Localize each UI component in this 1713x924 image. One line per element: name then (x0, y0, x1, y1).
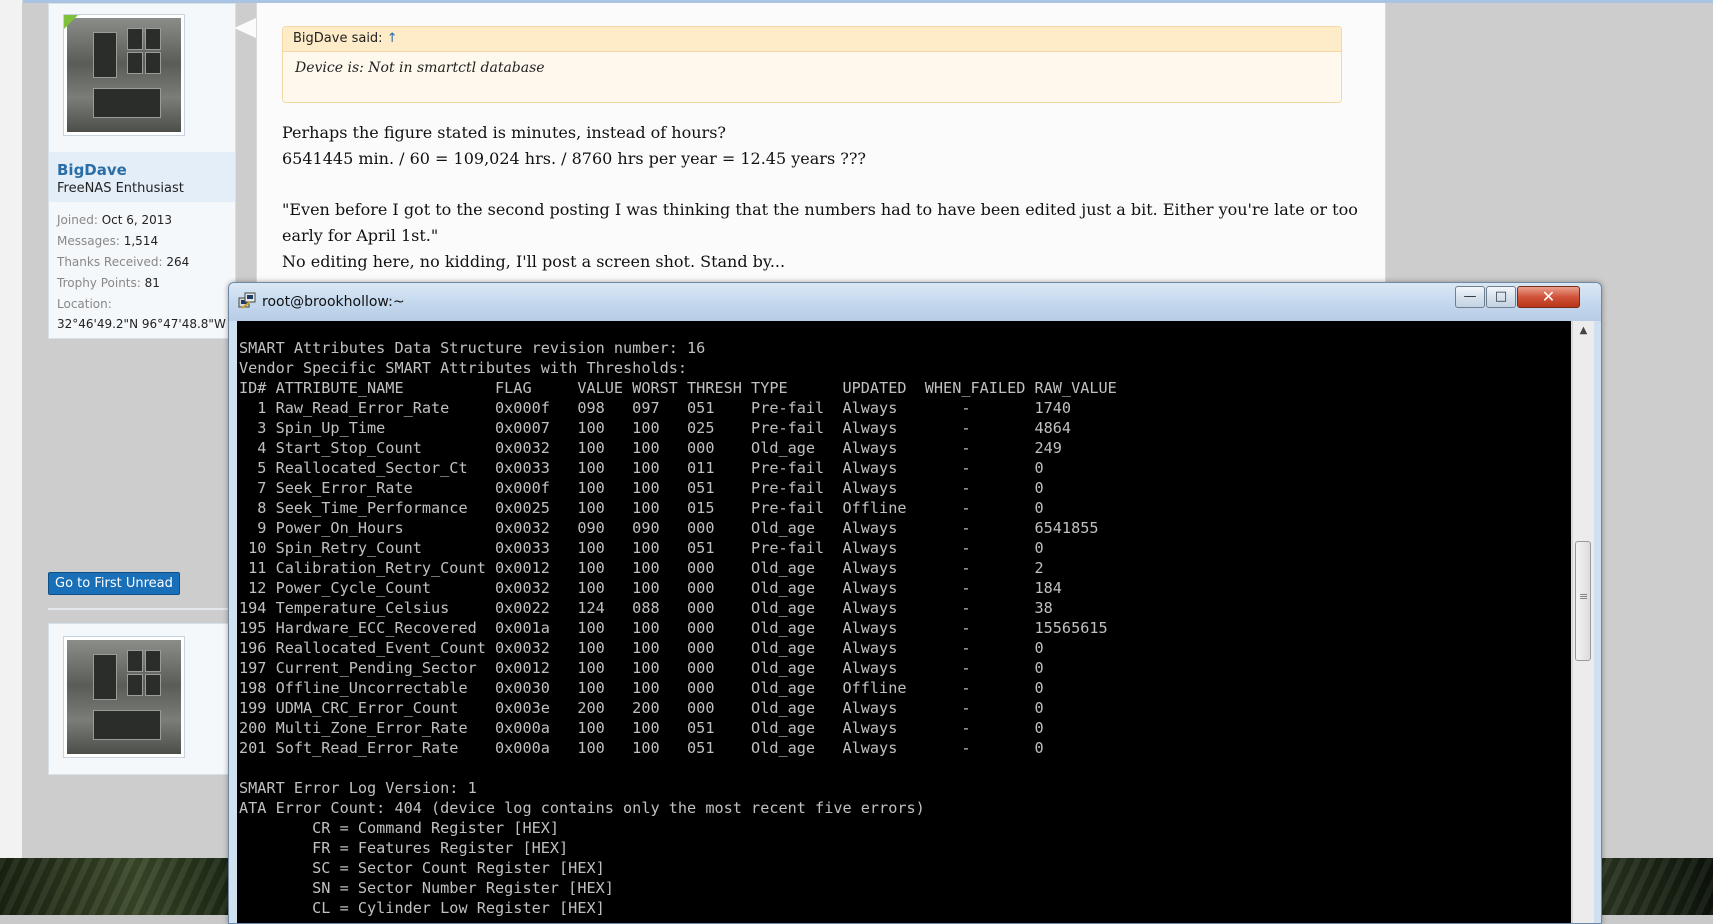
terminal-output: SMART Attributes Data Structure revision… (239, 339, 1117, 917)
messages-value[interactable]: 1,514 (124, 234, 158, 248)
trophy-label: Trophy Points: (57, 276, 141, 290)
quote-jump-up-icon[interactable]: ↑ (387, 31, 398, 46)
maximize-button[interactable]: □ (1486, 286, 1516, 308)
avatar[interactable] (63, 14, 185, 136)
location-value[interactable]: 32°46'49.2"N 96°47'48.8"W (57, 317, 226, 331)
joined-label: Joined: (57, 213, 98, 227)
post-line-5: No editing here, no kidding, I'll post a… (282, 252, 786, 271)
close-button[interactable]: ✕ (1517, 286, 1580, 308)
go-to-first-unread-button[interactable]: Go to First Unread (48, 572, 180, 595)
thanks-row: Thanks Received: 264 (57, 255, 189, 269)
putty-terminal-window[interactable]: root@brookhollow:~ — □ ✕ SMART Attribute… (228, 282, 1602, 924)
trophy-value[interactable]: 81 (145, 276, 160, 290)
message-user-info-2 (48, 623, 236, 775)
user-title: FreeNAS Enthusiast (57, 181, 184, 196)
username-link[interactable]: BigDave (57, 161, 127, 179)
quote-author: BigDave said: (293, 31, 383, 46)
thanks-label: Thanks Received: (57, 255, 163, 269)
joined-value: Oct 6, 2013 (101, 213, 173, 227)
message-arrow (234, 18, 256, 38)
location-label: Location: (57, 297, 112, 311)
messages-row: Messages: 1,514 (57, 234, 158, 248)
terminal-title: root@brookhollow:~ (262, 294, 405, 310)
minimize-button[interactable]: — (1455, 286, 1485, 308)
post-line-4: early for April 1st." (282, 226, 439, 245)
avatar-image (67, 18, 181, 132)
quote-block: BigDave said: ↑ Device is: Not in smartc… (282, 26, 1342, 103)
quote-body: Device is: Not in smartctl database (295, 60, 545, 76)
post-line-1: Perhaps the figure stated is minutes, in… (282, 123, 726, 142)
online-indicator (64, 15, 78, 29)
thanks-value: 264 (166, 255, 190, 269)
post-line-2: 6541445 min. / 60 = 109,024 hrs. / 8760 … (282, 149, 866, 168)
terminal-screen[interactable]: SMART Attributes Data Structure revision… (237, 321, 1571, 923)
messages-label: Messages: (57, 234, 120, 248)
joined-row: Joined: Oct 6, 2013 (57, 213, 172, 227)
page-left-rail (0, 0, 23, 858)
terminal-scrollbar[interactable]: ▲ (1572, 321, 1594, 923)
post-line-3: "Even before I got to the second posting… (282, 200, 1358, 219)
avatar-2[interactable] (63, 636, 185, 758)
scroll-up-arrow-icon[interactable]: ▲ (1573, 321, 1594, 341)
terminal-title-bar[interactable]: root@brookhollow:~ — □ ✕ (229, 283, 1601, 321)
trophy-row: Trophy Points: 81 (57, 276, 160, 290)
avatar-image-2 (67, 640, 181, 754)
message-user-info: BigDave FreeNAS Enthusiast Joined: Oct 6… (48, 3, 236, 339)
message-divider (48, 608, 234, 610)
putty-icon (238, 292, 256, 309)
quote-attribution: BigDave said: ↑ (283, 27, 1341, 52)
scrollbar-thumb[interactable] (1575, 541, 1591, 661)
